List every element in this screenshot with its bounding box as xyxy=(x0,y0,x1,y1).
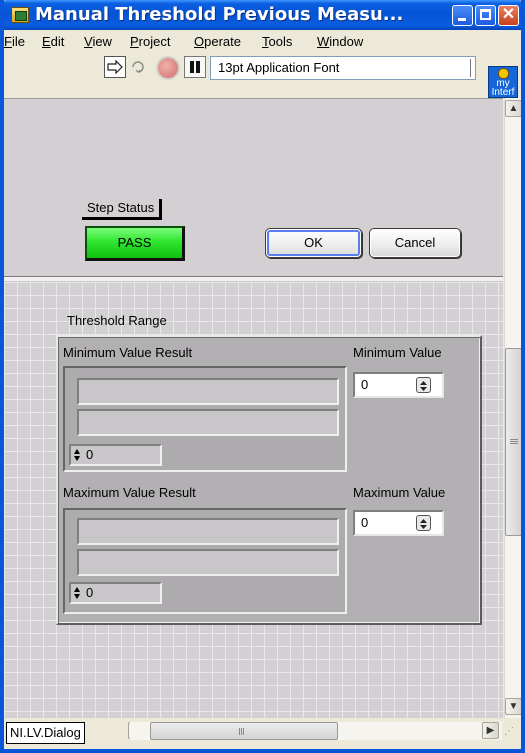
menu-operate[interactable]: Operate xyxy=(194,34,241,49)
menu-tools[interactable]: Tools xyxy=(262,34,292,49)
min-array-index[interactable]: 0 xyxy=(69,444,162,466)
horizontal-scroll-thumb[interactable] xyxy=(150,722,338,740)
run-continuously-icon[interactable] xyxy=(128,56,150,78)
array-element xyxy=(77,409,339,436)
menu-project[interactable]: Project xyxy=(130,34,170,49)
max-value-spin-icon[interactable] xyxy=(416,515,431,531)
threshold-range-label: Threshold Range xyxy=(67,313,167,328)
scroll-up-icon[interactable]: ▲ xyxy=(505,100,521,117)
menu-bar: File Edit View Project Operate Tools Win… xyxy=(4,30,521,54)
array-element xyxy=(77,549,339,576)
close-button[interactable]: ✕ xyxy=(498,5,519,26)
close-icon: ✕ xyxy=(501,6,516,23)
context-label: NI.LV.Dialog xyxy=(6,722,85,744)
title-bar[interactable]: Manual Threshold Previous Measu... ✕ xyxy=(4,0,521,30)
max-result-array: 0 xyxy=(63,508,347,614)
max-result-label: Maximum Value Result xyxy=(63,485,196,500)
menu-view[interactable]: View xyxy=(84,34,112,49)
vi-window: Manual Threshold Previous Measu... ✕ Fil… xyxy=(0,0,525,753)
status-bar: NI.LV.Dialog ◀ ▶ ⋰ xyxy=(4,718,521,749)
min-value-label: Minimum Value xyxy=(353,345,442,360)
min-value-field[interactable]: 0 xyxy=(361,377,368,392)
index-spin-icon[interactable] xyxy=(73,586,81,600)
min-value-spin-icon[interactable] xyxy=(416,377,431,393)
labview-vi-icon xyxy=(11,7,29,23)
max-value-label: Maximum Value xyxy=(353,485,446,500)
scroll-right-icon[interactable]: ▶ xyxy=(482,722,499,739)
scroll-down-icon[interactable]: ▼ xyxy=(505,698,521,715)
maximize-icon xyxy=(480,9,491,20)
horizontal-scrollbar[interactable] xyxy=(130,722,502,740)
minimize-icon xyxy=(458,18,466,21)
min-array-index-value: 0 xyxy=(86,447,94,462)
min-value-control[interactable]: 0 xyxy=(353,372,444,398)
step-status-label: Step Status xyxy=(82,199,163,220)
font-selector[interactable]: 13pt Application Font xyxy=(210,56,476,80)
array-element xyxy=(77,518,339,545)
pause-icon[interactable] xyxy=(184,56,206,78)
ok-button[interactable]: OK xyxy=(265,228,362,258)
chevron-down-icon[interactable] xyxy=(470,59,481,77)
maximize-button[interactable] xyxy=(475,5,496,26)
font-selector-value: 13pt Application Font xyxy=(218,60,340,75)
interface-icon-line2: Interf xyxy=(491,87,515,98)
max-value-control[interactable]: 0 xyxy=(353,510,444,536)
max-array-index-value: 0 xyxy=(86,585,94,600)
cancel-button[interactable]: Cancel xyxy=(369,228,461,258)
step-status-indicator: PASS xyxy=(85,226,185,261)
menu-edit[interactable]: Edit xyxy=(42,34,64,49)
max-array-index[interactable]: 0 xyxy=(69,582,162,604)
max-value-field[interactable]: 0 xyxy=(361,515,368,530)
vertical-scroll-thumb[interactable] xyxy=(505,348,521,536)
toolbar: 13pt Application Font xyxy=(4,54,521,84)
index-spin-icon[interactable] xyxy=(73,448,81,462)
vertical-scrollbar[interactable]: ▲ ▼ xyxy=(504,98,521,718)
menu-file[interactable]: File xyxy=(4,34,25,49)
run-arrow-icon[interactable] xyxy=(104,56,126,78)
min-result-array: 0 xyxy=(63,366,347,472)
min-result-label: Minimum Value Result xyxy=(63,345,193,360)
vi-interface-icon[interactable]: my Interf xyxy=(488,66,518,98)
resize-grip-icon[interactable]: ⋰ xyxy=(504,726,518,740)
minimize-button[interactable] xyxy=(452,5,473,26)
array-element xyxy=(77,378,339,405)
window-title: Manual Threshold Previous Measu... xyxy=(35,4,404,25)
menu-window[interactable]: Window xyxy=(317,34,363,49)
abort-icon[interactable] xyxy=(156,56,180,80)
